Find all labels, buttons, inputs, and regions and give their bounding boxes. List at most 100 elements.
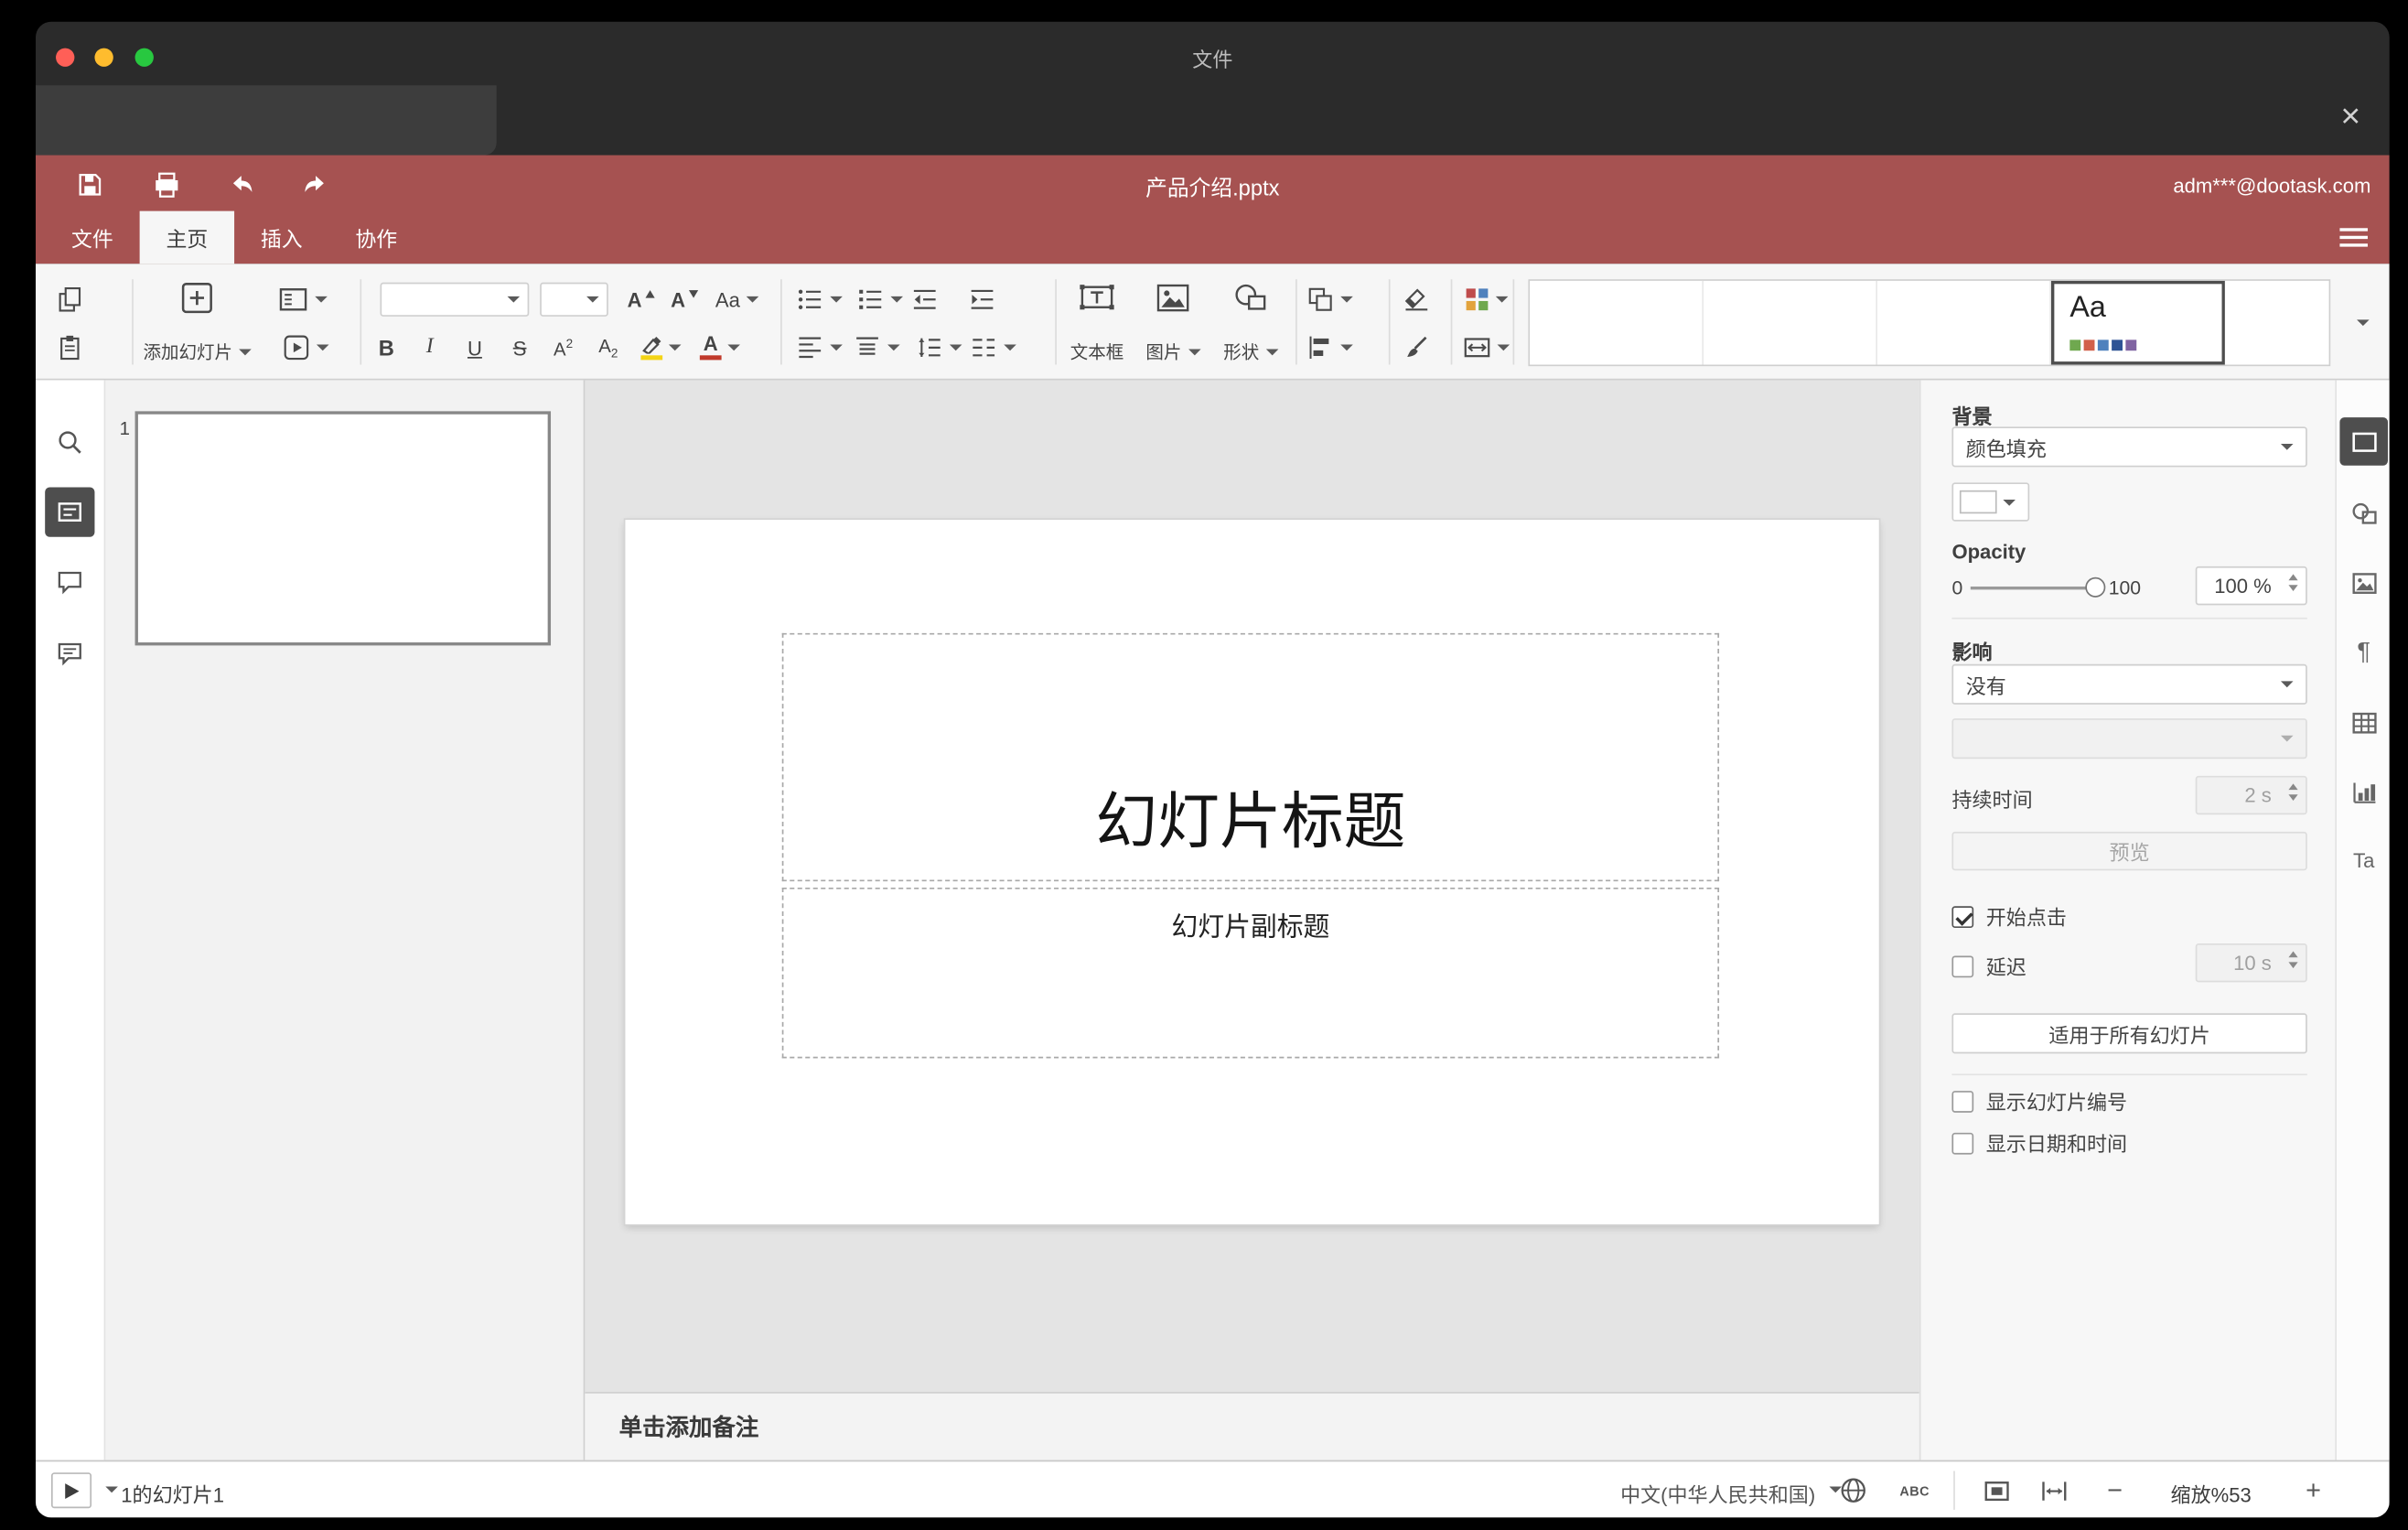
bold-button[interactable]: B: [366, 329, 406, 366]
fit-width-button[interactable]: [2034, 1472, 2074, 1508]
align-shape-button[interactable]: [1302, 329, 1358, 366]
chevron-down-icon: [2280, 681, 2294, 688]
zoom-in-button[interactable]: +: [2294, 1472, 2334, 1508]
theme-thumbnail[interactable]: [1530, 280, 1704, 365]
account-email: adm***@dootask.com: [2173, 173, 2371, 198]
arrange-shape-button[interactable]: [1302, 281, 1358, 318]
spellcheck-button[interactable]: ABC: [1891, 1472, 1938, 1508]
numbering-button[interactable]: [852, 281, 908, 318]
grow-font-button[interactable]: A: [619, 281, 662, 318]
checkbox-checked-icon[interactable]: [1951, 905, 1974, 928]
tab-file[interactable]: 文件: [45, 211, 139, 264]
copy-button[interactable]: [49, 281, 90, 318]
show-slide-number-checkbox[interactable]: 显示幻灯片编号: [1951, 1086, 2127, 1115]
slide-layout-button[interactable]: [272, 281, 334, 318]
subtitle-placeholder[interactable]: 幻灯片副标题: [781, 887, 1720, 1059]
notes-area[interactable]: 单击添加备注: [585, 1392, 1919, 1460]
opacity-slider[interactable]: [1970, 586, 2102, 590]
language-selector[interactable]: 中文(中华人民共和国): [1598, 1479, 1815, 1508]
checkbox-unchecked-icon[interactable]: [1951, 1090, 1974, 1112]
opacity-slider-knob[interactable]: [2085, 576, 2106, 598]
bullets-button[interactable]: [791, 281, 847, 318]
slide-settings-tab[interactable]: [2339, 417, 2388, 466]
slide-thumbnail-1[interactable]: [134, 411, 552, 646]
menu-button[interactable]: [2339, 228, 2368, 247]
theme-thumbnail[interactable]: [2224, 280, 2329, 365]
line-spacing-button[interactable]: [910, 329, 966, 366]
horizontal-align-button[interactable]: [791, 329, 847, 366]
checkbox-unchecked-icon[interactable]: [1951, 1132, 1974, 1154]
columns-button[interactable]: [965, 329, 1021, 366]
left-sidebar: [36, 380, 106, 1460]
bullets-icon: [796, 287, 824, 312]
tab-home[interactable]: 主页: [139, 210, 235, 264]
start-slideshow-button[interactable]: [274, 329, 337, 366]
search-panel-button[interactable]: [45, 417, 94, 467]
theme-thumbnail[interactable]: [1877, 280, 2051, 365]
columns-icon: [970, 335, 998, 360]
save-button[interactable]: [69, 165, 112, 205]
color-scheme-button[interactable]: [1460, 281, 1513, 318]
highlight-color-button[interactable]: [633, 329, 689, 366]
insert-shape-button[interactable]: 形状: [1215, 276, 1286, 370]
table-settings-tab[interactable]: [2339, 698, 2388, 747]
effect-select[interactable]: 没有: [1951, 663, 2307, 705]
duration-spinner: 2 s: [2195, 775, 2307, 815]
font-size-combo[interactable]: [540, 282, 608, 317]
fill-type-select[interactable]: 颜色填充: [1951, 426, 2307, 468]
fill-color-picker[interactable]: [1951, 482, 2030, 522]
clear-style-button[interactable]: [1396, 281, 1436, 318]
start-preview-button[interactable]: [50, 1472, 92, 1509]
print-button[interactable]: [145, 165, 188, 205]
paragraph-settings-tab[interactable]: ¶: [2339, 629, 2388, 677]
font-color-button[interactable]: A: [692, 329, 747, 366]
opacity-spinner[interactable]: 100 %: [2195, 566, 2307, 606]
strikeout-button[interactable]: S: [500, 329, 540, 366]
slide-1[interactable]: 幻灯片标题 幻灯片副标题: [625, 520, 1879, 1224]
font-name-combo[interactable]: [380, 282, 530, 317]
theme-gallery-expand-button[interactable]: [2348, 304, 2379, 341]
zoom-level-label[interactable]: 缩放%53: [2141, 1479, 2281, 1508]
close-button[interactable]: ×: [2332, 98, 2370, 135]
chart-settings-tab[interactable]: [2339, 768, 2388, 816]
show-date-time-checkbox[interactable]: 显示日期和时间: [1951, 1128, 2127, 1158]
title-placeholder[interactable]: 幻灯片标题: [781, 632, 1720, 882]
shrink-font-button[interactable]: A: [662, 281, 705, 318]
subscript-button[interactable]: A2: [588, 329, 629, 366]
theme-thumbnail-selected[interactable]: Aa: [2050, 280, 2225, 365]
change-case-button[interactable]: Aa: [709, 281, 765, 318]
underline-button[interactable]: U: [455, 329, 495, 366]
slides-panel-button[interactable]: [45, 487, 95, 537]
feedback-panel-button[interactable]: [45, 629, 94, 678]
redo-button[interactable]: [292, 165, 335, 205]
undo-button[interactable]: [220, 165, 263, 205]
apply-to-all-slides-button[interactable]: 适用于所有幻灯片: [1951, 1013, 2307, 1054]
theme-thumbnail[interactable]: [1704, 280, 1878, 365]
decrease-indent-button[interactable]: [905, 281, 945, 318]
chevron-down-icon: [668, 344, 682, 351]
start-on-click-checkbox[interactable]: 开始点击: [1951, 901, 2067, 931]
tab-insert[interactable]: 插入: [234, 211, 328, 264]
checkbox-unchecked-icon[interactable]: [1951, 954, 1974, 977]
set-language-button[interactable]: [1833, 1472, 1873, 1508]
increase-indent-button[interactable]: [962, 281, 1002, 318]
chevron-down-icon[interactable]: [105, 1486, 118, 1493]
textart-settings-tab[interactable]: Ta: [2339, 836, 2388, 885]
add-slide-button[interactable]: 添加幻灯片: [143, 276, 252, 370]
paste-button[interactable]: [49, 329, 90, 366]
spinner-arrows-icon[interactable]: [2288, 574, 2298, 592]
copy-style-button[interactable]: [1396, 329, 1436, 366]
zoom-out-button[interactable]: −: [2094, 1472, 2134, 1508]
insert-textbox-button[interactable]: 文本框: [1059, 276, 1134, 370]
vertical-align-button[interactable]: [849, 329, 905, 366]
fit-slide-button[interactable]: [1977, 1472, 2017, 1508]
insert-image-button[interactable]: 图片: [1137, 276, 1209, 370]
superscript-button[interactable]: A2: [543, 329, 584, 366]
slide-size-button[interactable]: [1460, 329, 1513, 366]
delay-checkbox[interactable]: 延迟: [1951, 951, 2026, 980]
shape-settings-tab[interactable]: [2339, 489, 2388, 537]
image-settings-tab[interactable]: [2339, 558, 2388, 607]
comments-panel-button[interactable]: [45, 557, 94, 607]
tab-collaboration[interactable]: 协作: [329, 211, 424, 264]
italic-button[interactable]: I: [410, 329, 450, 366]
